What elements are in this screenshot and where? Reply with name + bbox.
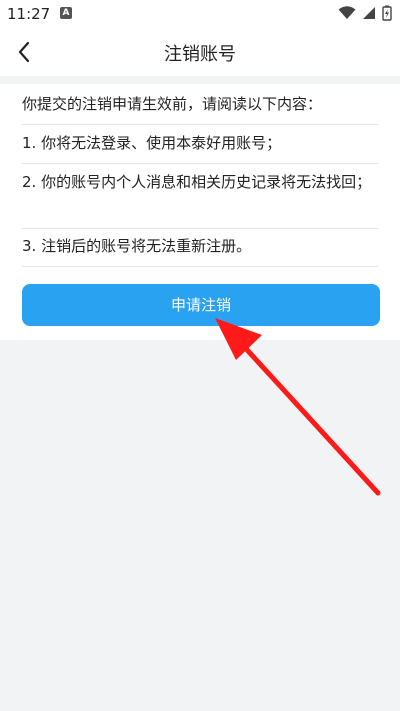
divider: [22, 266, 378, 267]
app-notification-icon: A: [60, 7, 72, 19]
notice-item-3: 3. 注销后的账号将无法重新注册。: [22, 237, 252, 255]
status-bar: 11:27 A: [0, 0, 400, 28]
divider: [22, 163, 378, 164]
battery-charging-icon: [382, 5, 392, 21]
divider: [22, 124, 378, 125]
wifi-icon: [338, 6, 356, 19]
status-time: 11:27: [7, 5, 51, 23]
signal-icon: [363, 7, 375, 19]
apply-cancellation-button[interactable]: 申请注销: [22, 284, 380, 326]
status-icons: [338, 5, 392, 21]
divider: [22, 228, 378, 229]
app-header: 注销账号: [0, 28, 400, 76]
notice-item-1: 1. 你将无法登录、使用本泰好用账号；: [22, 134, 282, 152]
notice-item-2: 2. 你的账号内个人消息和相关历史记录将无法找回；: [22, 173, 372, 191]
page-title: 注销账号: [164, 44, 236, 65]
notice-intro: 你提交的注销申请生效前，请阅读以下内容：: [22, 95, 323, 113]
